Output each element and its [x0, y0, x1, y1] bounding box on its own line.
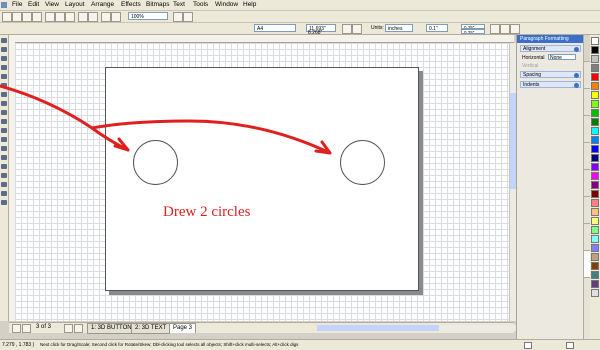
cursor-coordinates: 7.279 , 1.783 ): [2, 342, 35, 348]
color-swatch[interactable]: [591, 190, 599, 198]
outline-indicator-icon: [566, 342, 574, 349]
color-swatch[interactable]: [591, 262, 599, 270]
close-docker-icon[interactable]: [578, 36, 582, 40]
color-swatch[interactable]: [591, 109, 599, 117]
chevron-up-icon[interactable]: [574, 47, 579, 52]
color-swatch[interactable]: [591, 91, 599, 99]
color-swatch[interactable]: [591, 181, 599, 189]
indents-section[interactable]: Indents: [520, 81, 581, 88]
alignment-section[interactable]: Alignment: [520, 45, 581, 52]
horizontal-label: Horizontal: [522, 55, 545, 61]
page-navigator: 3 of 3 1: 3D BUTTON 2: 3D TEXT Page 3: [9, 322, 517, 334]
last-page-button[interactable]: [74, 324, 83, 333]
horizontal-align-select[interactable]: None: [548, 54, 576, 61]
color-swatch[interactable]: [591, 235, 599, 243]
color-swatch[interactable]: [591, 217, 599, 225]
status-bar: 7.279 , 1.783 ) Next click for Drag/Scal…: [0, 339, 600, 350]
page-tab-3[interactable]: Page 3: [169, 323, 197, 333]
color-swatch[interactable]: [591, 244, 599, 252]
color-swatch[interactable]: [591, 136, 599, 144]
color-swatch[interactable]: [591, 154, 599, 162]
color-swatch[interactable]: [591, 253, 599, 261]
alignment-section-label: Alignment: [523, 46, 546, 52]
color-swatch[interactable]: [591, 145, 599, 153]
fill-indicator-icon: [524, 342, 532, 349]
color-swatch[interactable]: [591, 64, 599, 72]
arrow-stroke-main: [0, 84, 94, 130]
vertical-scrollbar[interactable]: [509, 43, 516, 321]
color-swatch[interactable]: [591, 127, 599, 135]
next-page-button[interactable]: [64, 324, 73, 333]
color-swatch[interactable]: [591, 271, 599, 279]
paragraph-formatting-docker: Paragraph Formatting Alignment Horizonta…: [516, 35, 584, 339]
color-swatch[interactable]: [591, 118, 599, 126]
page-tab-2[interactable]: 2: 3D TEXT: [131, 323, 171, 334]
color-swatch[interactable]: [591, 199, 599, 207]
color-swatch[interactable]: [591, 55, 599, 63]
vertical-label: Vertical: [522, 63, 539, 69]
color-swatch[interactable]: [591, 226, 599, 234]
page-count: 3 of 3: [36, 324, 52, 330]
docker-tabs: [583, 35, 590, 339]
color-swatch[interactable]: [591, 172, 599, 180]
color-swatch[interactable]: [591, 37, 599, 45]
page-tab-1[interactable]: 1: 3D BUTTON: [87, 323, 136, 334]
color-swatch[interactable]: [591, 289, 599, 297]
color-swatch[interactable]: [591, 46, 599, 54]
chevron-down-icon[interactable]: [574, 73, 579, 78]
arrow-stroke-left: [90, 126, 130, 152]
indents-section-label: Indents: [523, 82, 540, 88]
color-swatch[interactable]: [591, 82, 599, 90]
color-swatch[interactable]: [591, 163, 599, 171]
first-page-button[interactable]: [12, 324, 21, 333]
spacing-section[interactable]: Spacing: [520, 71, 581, 78]
color-swatch[interactable]: [591, 208, 599, 216]
prev-page-button[interactable]: [22, 324, 31, 333]
color-swatch[interactable]: [591, 280, 599, 288]
spacing-section-label: Spacing: [523, 72, 542, 78]
status-hint: Next click for Drag/Scale; Second click …: [40, 342, 299, 347]
color-swatch[interactable]: [591, 73, 599, 81]
docker-title: Paragraph Formatting: [517, 35, 584, 43]
horizontal-scroll-thumb[interactable]: [317, 325, 439, 331]
color-swatch[interactable]: [591, 100, 599, 108]
horizontal-scrollbar[interactable]: [317, 325, 517, 331]
chevron-down-icon[interactable]: [574, 83, 579, 88]
color-palette: [590, 35, 600, 339]
